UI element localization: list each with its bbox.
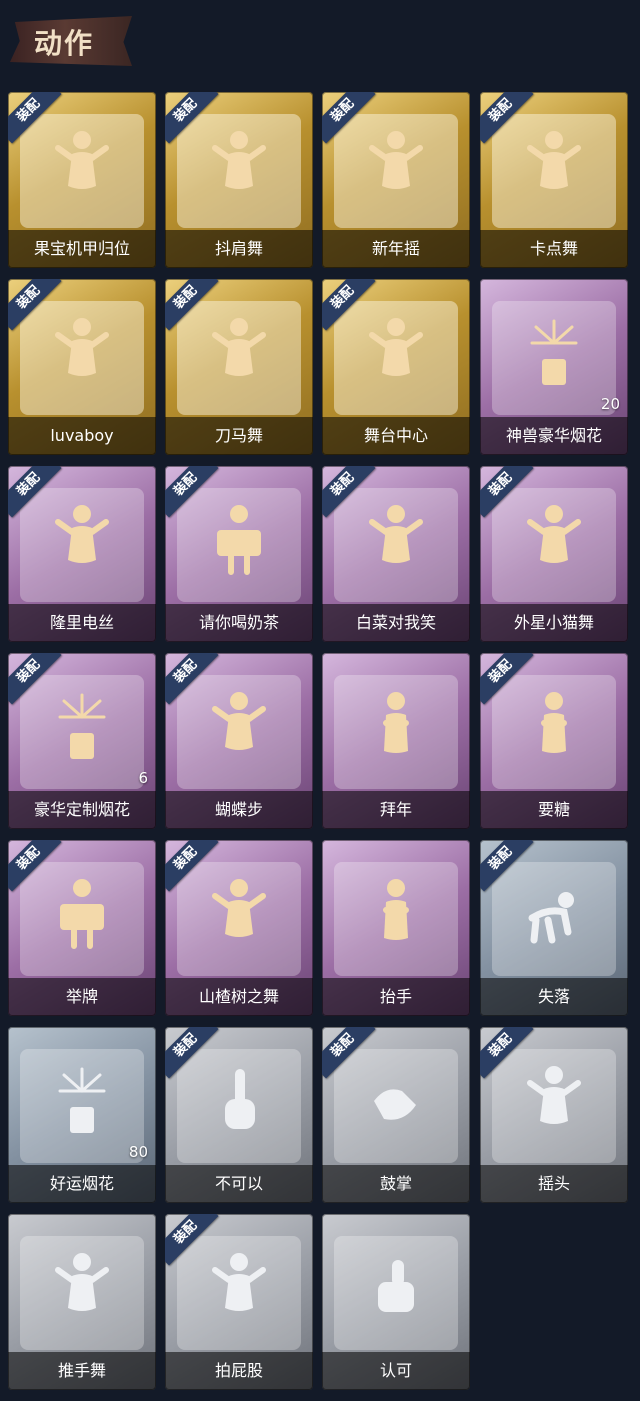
figure-dance-icon bbox=[366, 313, 426, 393]
emote-label: 失落 bbox=[480, 978, 628, 1016]
emote-grid: 果宝机甲归位 装配 抖肩舞 装配 新年摇 装配 卡点舞 装配 luvaboy 装配 刀马舞 装配 舞台中… bbox=[0, 0, 640, 1401]
emote-card[interactable]: 神兽豪华烟花 20 bbox=[480, 279, 628, 455]
emote-card[interactable]: 不可以 装配 bbox=[165, 1027, 313, 1203]
emote-card[interactable]: 果宝机甲归位 装配 bbox=[8, 92, 156, 268]
emote-label: 卡点舞 bbox=[480, 230, 628, 268]
emote-label: 白菜对我笑 bbox=[322, 604, 470, 642]
emote-card[interactable]: 好运烟花 80 bbox=[8, 1027, 156, 1203]
figure-dance-icon bbox=[524, 126, 584, 206]
emote-card[interactable]: 抖肩舞 装配 bbox=[165, 92, 313, 268]
emote-card[interactable]: 拜年 bbox=[322, 653, 470, 829]
figure-bow-icon bbox=[366, 874, 426, 954]
emote-label: 推手舞 bbox=[8, 1352, 156, 1390]
emote-label: 好运烟花 bbox=[8, 1165, 156, 1203]
emote-card[interactable]: 请你喝奶茶 装配 bbox=[165, 466, 313, 642]
figure-dance-icon bbox=[524, 500, 584, 580]
emote-label: 抖肩舞 bbox=[165, 230, 313, 268]
emote-card[interactable]: 推手舞 bbox=[8, 1214, 156, 1390]
emote-card[interactable]: 舞台中心 装配 bbox=[322, 279, 470, 455]
emote-card[interactable]: 失落 装配 bbox=[480, 840, 628, 1016]
emote-card[interactable]: 要糖 装配 bbox=[480, 653, 628, 829]
emote-card[interactable]: 抬手 bbox=[322, 840, 470, 1016]
emote-label: 刀马舞 bbox=[165, 417, 313, 455]
emote-label: 豪华定制烟花 bbox=[8, 791, 156, 829]
item-count: 80 bbox=[128, 1143, 148, 1161]
thumbs-up-icon bbox=[366, 1248, 426, 1328]
figure-bow-icon bbox=[366, 687, 426, 767]
emote-label: 认可 bbox=[322, 1352, 470, 1390]
emote-card[interactable]: 摇头 装配 bbox=[480, 1027, 628, 1203]
emote-label: 鼓掌 bbox=[322, 1165, 470, 1203]
figure-dance-icon bbox=[52, 313, 112, 393]
emote-card[interactable]: 蝴蝶步 装配 bbox=[165, 653, 313, 829]
figure-bow-icon bbox=[524, 687, 584, 767]
figure-dance-icon bbox=[52, 1248, 112, 1328]
fireworks-icon bbox=[524, 313, 584, 393]
emote-label: 不可以 bbox=[165, 1165, 313, 1203]
item-count: 20 bbox=[600, 395, 620, 413]
emote-card[interactable]: 举牌 装配 bbox=[8, 840, 156, 1016]
figure-sign-icon bbox=[209, 500, 269, 580]
emote-card[interactable]: 拍屁股 装配 bbox=[165, 1214, 313, 1390]
figure-dance-icon bbox=[524, 1061, 584, 1141]
figure-dance-icon bbox=[209, 126, 269, 206]
figure-dance-icon bbox=[52, 126, 112, 206]
emote-label: 山楂树之舞 bbox=[165, 978, 313, 1016]
emote-label: 新年摇 bbox=[322, 230, 470, 268]
figure-dance-icon bbox=[209, 687, 269, 767]
figure-dance-icon bbox=[366, 500, 426, 580]
emote-label: 举牌 bbox=[8, 978, 156, 1016]
item-count: 6 bbox=[138, 769, 148, 787]
emote-card[interactable]: 卡点舞 装配 bbox=[480, 92, 628, 268]
emote-card[interactable]: 外星小猫舞 装配 bbox=[480, 466, 628, 642]
fireworks-icon bbox=[52, 687, 112, 767]
emote-label: 拍屁股 bbox=[165, 1352, 313, 1390]
emote-label: 舞台中心 bbox=[322, 417, 470, 455]
emote-card[interactable]: 刀马舞 装配 bbox=[165, 279, 313, 455]
emote-card[interactable]: 山楂树之舞 装配 bbox=[165, 840, 313, 1016]
hands-clap-icon bbox=[366, 1061, 426, 1141]
emote-label: luvaboy bbox=[8, 417, 156, 455]
emote-card[interactable]: 认可 bbox=[322, 1214, 470, 1390]
emote-label: 摇头 bbox=[480, 1165, 628, 1203]
emote-label: 请你喝奶茶 bbox=[165, 604, 313, 642]
emote-card[interactable]: 新年摇 装配 bbox=[322, 92, 470, 268]
figure-sign-icon bbox=[52, 874, 112, 954]
emote-label: 果宝机甲归位 bbox=[8, 230, 156, 268]
emote-label: 拜年 bbox=[322, 791, 470, 829]
emote-label: 神兽豪华烟花 bbox=[480, 417, 628, 455]
emote-label: 蝴蝶步 bbox=[165, 791, 313, 829]
emote-card[interactable]: 鼓掌 装配 bbox=[322, 1027, 470, 1203]
figure-dance-icon bbox=[209, 313, 269, 393]
emote-label: 抬手 bbox=[322, 978, 470, 1016]
fireworks-icon bbox=[52, 1061, 112, 1141]
figure-dance-icon bbox=[366, 126, 426, 206]
emote-label: 隆里电丝 bbox=[8, 604, 156, 642]
emote-label: 要糖 bbox=[480, 791, 628, 829]
figure-dance-icon bbox=[52, 500, 112, 580]
emote-card[interactable]: luvaboy 装配 bbox=[8, 279, 156, 455]
emote-card[interactable]: 白菜对我笑 装配 bbox=[322, 466, 470, 642]
emote-card[interactable]: 豪华定制烟花 装配 6 bbox=[8, 653, 156, 829]
emote-label: 外星小猫舞 bbox=[480, 604, 628, 642]
figure-crawl-icon bbox=[524, 874, 584, 954]
figure-dance-icon bbox=[209, 1248, 269, 1328]
figure-dance-icon bbox=[209, 874, 269, 954]
hand-point-icon bbox=[209, 1061, 269, 1141]
emote-card[interactable]: 隆里电丝 装配 bbox=[8, 466, 156, 642]
